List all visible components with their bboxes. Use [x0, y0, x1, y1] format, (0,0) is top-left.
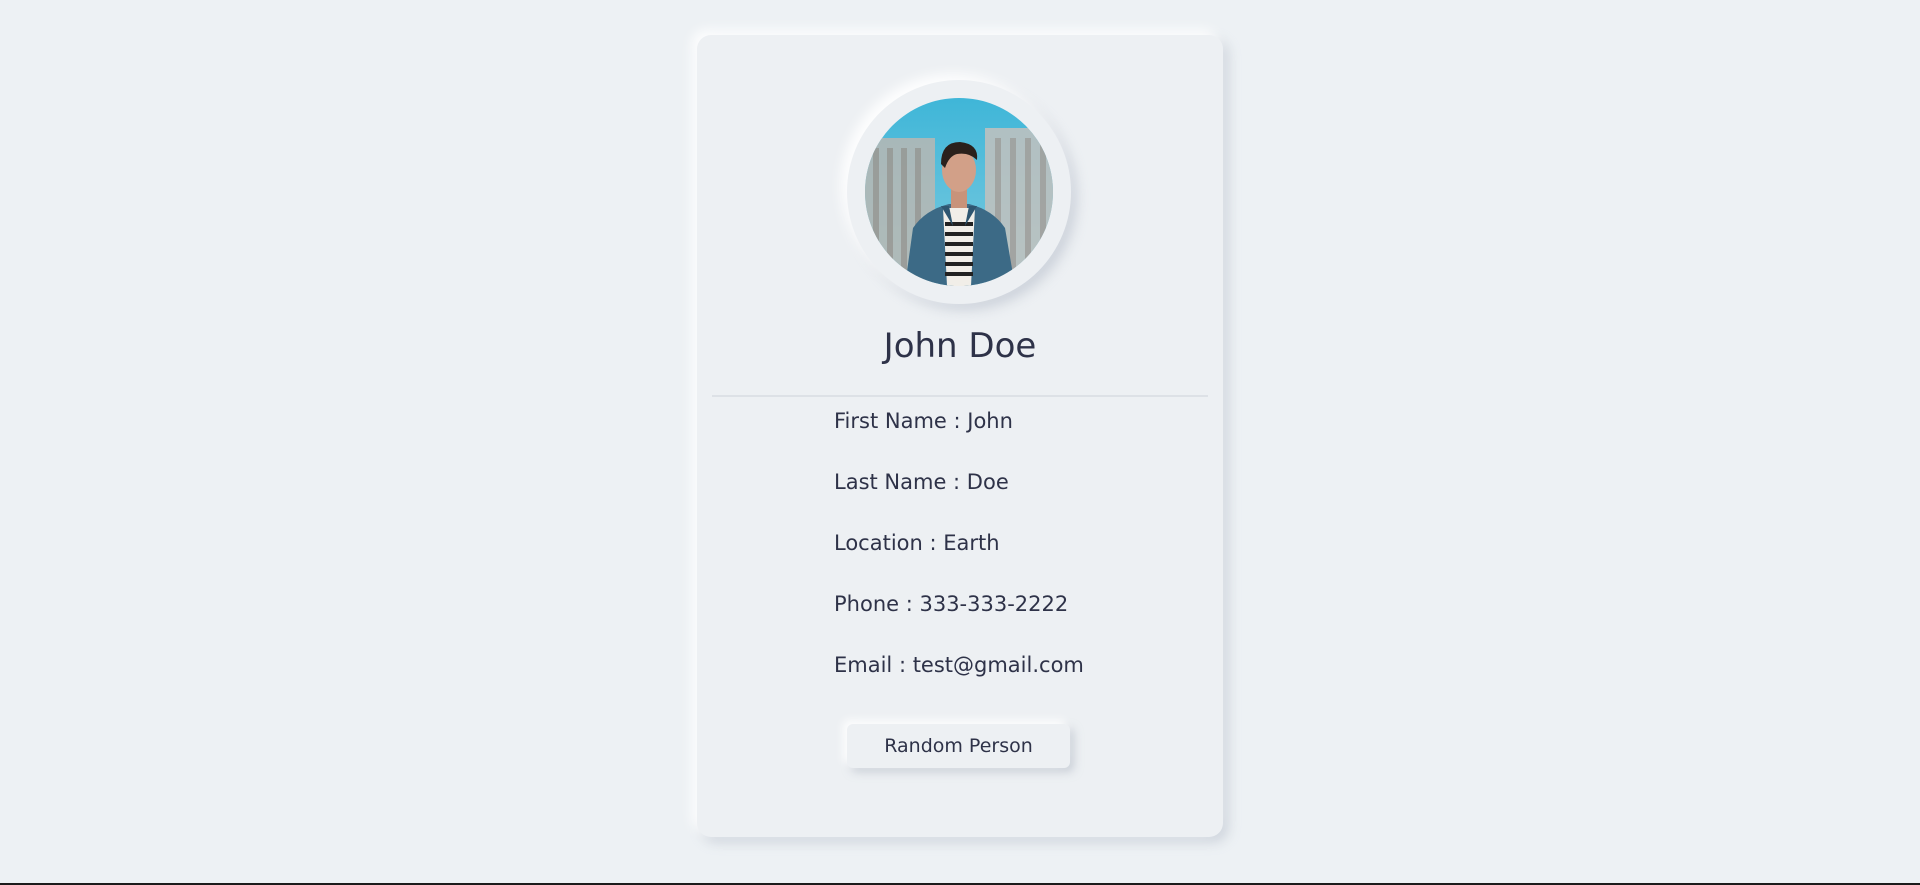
page: John Doe First Name : John Last Name : D… — [0, 0, 1920, 885]
divider — [712, 395, 1208, 397]
profile-card: John Doe First Name : John Last Name : D… — [697, 35, 1223, 837]
email-row: Email : test@gmail.com — [834, 653, 1084, 677]
avatar-person-icon — [865, 98, 1053, 286]
random-person-button[interactable]: Random Person — [847, 724, 1070, 768]
last-name-row: Last Name : Doe — [834, 470, 1009, 494]
location-row: Location : Earth — [834, 531, 1000, 555]
avatar — [865, 98, 1053, 286]
profile-name: John Doe — [883, 326, 1037, 366]
first-name-row: First Name : John — [834, 409, 1013, 433]
phone-row: Phone : 333-333-2222 — [834, 592, 1069, 616]
avatar-frame — [847, 80, 1071, 304]
profile-details: First Name : John Last Name : Doe Locati… — [834, 404, 1194, 709]
